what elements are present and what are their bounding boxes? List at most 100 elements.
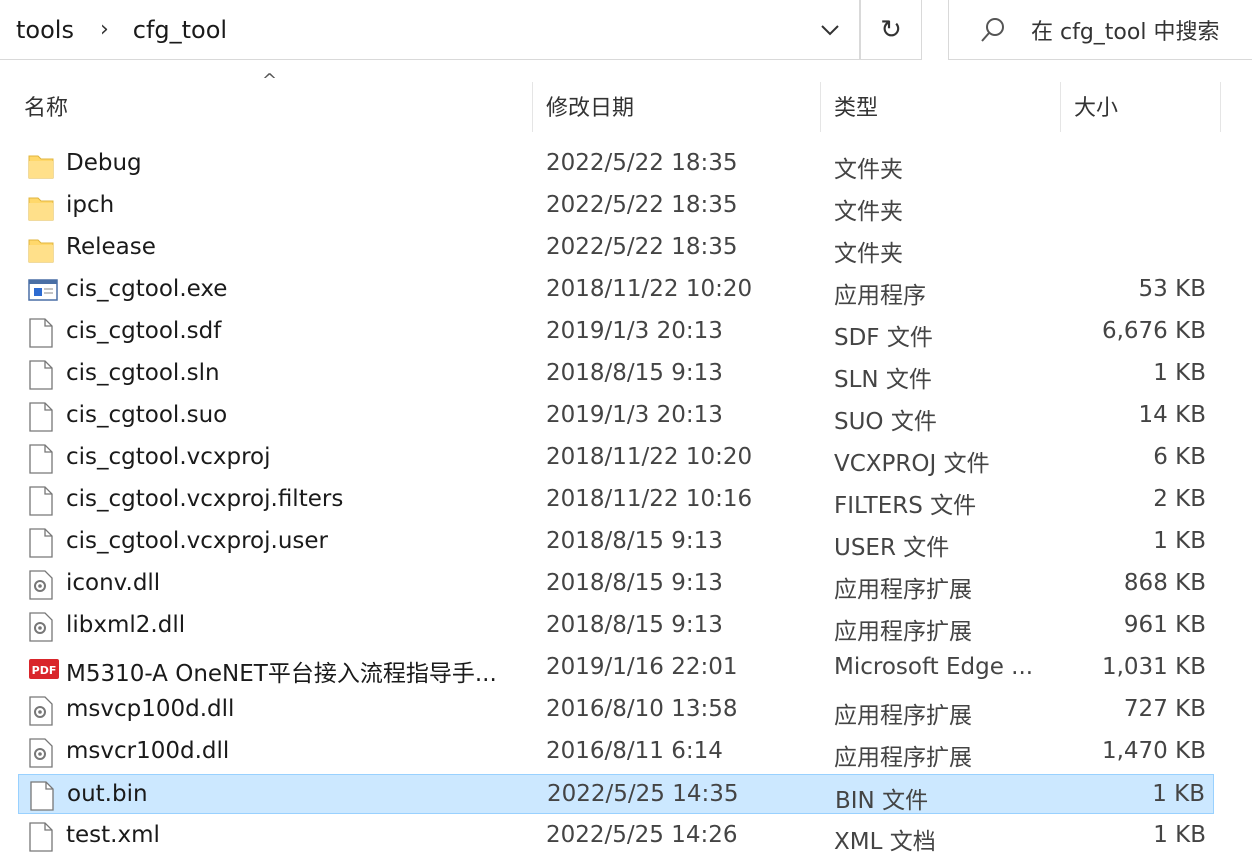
- file-icon: [29, 781, 55, 811]
- column-size[interactable]: 大小: [1074, 90, 1118, 122]
- column-divider[interactable]: [532, 82, 533, 132]
- file-date: 2022/5/25 14:35: [547, 781, 739, 807]
- search-box[interactable]: 在 cfg_tool 中搜索: [948, 0, 1252, 60]
- file-type: FILTERS 文件: [834, 493, 977, 519]
- file-row[interactable]: cis_cgtool.vcxproj.user 2018/8/15 9:13 USE…: [18, 522, 1214, 562]
- file-type: SLN 文件: [834, 367, 932, 393]
- column-divider[interactable]: [820, 82, 821, 132]
- file-type: SDF 文件: [834, 325, 933, 351]
- file-size: 53 KB: [1138, 276, 1206, 302]
- breadcrumb-tools[interactable]: tools: [16, 16, 74, 44]
- column-name[interactable]: 名称: [24, 90, 68, 122]
- file-row[interactable]: libxml2.dll 2018/8/15 9:13 应用程序扩展 961 KB: [18, 606, 1214, 646]
- file-row[interactable]: out.bin 2022/5/25 14:35 BIN 文件 1 KB: [18, 774, 1214, 814]
- folder-icon: [28, 192, 54, 222]
- file-date: 2016/8/10 13:58: [546, 696, 738, 722]
- file-name: cis_cgtool.vcxproj.filters: [66, 486, 344, 512]
- file-type: 文件夹: [834, 241, 903, 267]
- file-date: 2018/8/15 9:13: [546, 360, 723, 386]
- file-row[interactable]: Release 2022/5/22 18:35 文件夹: [18, 228, 1214, 268]
- file-date: 2018/8/15 9:13: [546, 570, 723, 596]
- file-row[interactable]: cis_cgtool.sdf 2019/1/3 20:13 SDF 文件 6,676 …: [18, 312, 1214, 352]
- folder-icon: [28, 234, 54, 264]
- file-icon: [28, 360, 54, 390]
- file-row[interactable]: ipch 2022/5/22 18:35 文件夹: [18, 186, 1214, 226]
- dll-icon: [28, 696, 54, 726]
- file-icon: [28, 444, 54, 474]
- file-date: 2022/5/22 18:35: [546, 192, 738, 218]
- file-name: cis_cgtool.exe: [66, 276, 228, 302]
- file-type: 文件夹: [834, 157, 903, 183]
- file-icon: [28, 528, 54, 558]
- file-date: 2019/1/16 22:01: [546, 654, 738, 680]
- refresh-icon: ↻: [880, 14, 902, 45]
- address-bar[interactable]: tools › cfg_tool: [0, 0, 860, 60]
- file-name: msvcr100d.dll: [66, 738, 230, 764]
- file-date: 2022/5/22 18:35: [546, 150, 738, 176]
- column-divider[interactable]: [1060, 82, 1061, 132]
- file-type: VCXPROJ 文件: [834, 451, 990, 477]
- dll-icon: [28, 738, 54, 768]
- dll-icon: [28, 570, 54, 600]
- search-input[interactable]: 在 cfg_tool 中搜索: [1031, 14, 1219, 46]
- file-type: 应用程序扩展: [834, 703, 972, 729]
- file-size: 6 KB: [1153, 444, 1206, 470]
- breadcrumb-cfg-tool[interactable]: cfg_tool: [133, 16, 227, 44]
- file-size: 961 KB: [1123, 612, 1206, 638]
- file-date: 2018/8/15 9:13: [546, 528, 723, 554]
- exe-icon: [28, 276, 58, 306]
- file-name: cis_cgtool.suo: [66, 402, 228, 428]
- file-type: 文件夹: [834, 199, 903, 225]
- file-type: 应用程序扩展: [834, 577, 972, 603]
- file-date: 2018/11/22 10:16: [546, 486, 753, 512]
- file-size: 1,031 KB: [1101, 654, 1206, 680]
- column-divider[interactable]: [1220, 82, 1221, 132]
- column-header: 名称 修改日期 类型 大小: [0, 62, 1252, 142]
- search-icon: [979, 16, 1007, 44]
- file-date: 2019/1/3 20:13: [546, 318, 723, 344]
- file-size: 727 KB: [1123, 696, 1206, 722]
- file-row[interactable]: cis_cgtool.sln 2018/8/15 9:13 SLN 文件 1 KB: [18, 354, 1214, 394]
- file-row[interactable]: cis_cgtool.vcxproj.filters 2018/11/22 10:…: [18, 480, 1214, 520]
- file-name: Debug: [66, 150, 142, 176]
- file-name: test.xml: [66, 822, 160, 848]
- file-date: 2016/8/11 6:14: [546, 738, 723, 764]
- file-date: 2022/5/25 14:26: [546, 822, 738, 848]
- file-name: cis_cgtool.sdf: [66, 318, 222, 344]
- file-type: USER 文件: [834, 535, 950, 561]
- file-type: 应用程序: [834, 283, 926, 309]
- file-name: libxml2.dll: [66, 612, 186, 638]
- file-date: 2019/1/3 20:13: [546, 402, 723, 428]
- column-type[interactable]: 类型: [834, 90, 878, 122]
- file-row[interactable]: test.xml 2022/5/25 14:26 XML 文档 1 KB: [18, 816, 1214, 856]
- file-row[interactable]: cis_cgtool.suo 2019/1/3 20:13 SUO 文件 14 KB: [18, 396, 1214, 436]
- file-size: 6,676 KB: [1101, 318, 1206, 344]
- file-size: 1 KB: [1153, 528, 1206, 554]
- file-size: 1,470 KB: [1101, 738, 1206, 764]
- refresh-button[interactable]: ↻: [860, 0, 922, 60]
- file-row[interactable]: Debug 2022/5/22 18:35 文件夹: [18, 144, 1214, 184]
- file-date: 2018/11/22 10:20: [546, 276, 753, 302]
- file-row[interactable]: PDF M5310-A OneNET平台接入流程指导手... 2019/1/16 2…: [18, 648, 1214, 688]
- file-type: 应用程序扩展: [834, 619, 972, 645]
- svg-text:PDF: PDF: [32, 664, 57, 677]
- file-size: 868 KB: [1123, 570, 1206, 596]
- file-name: cis_cgtool.sln: [66, 360, 220, 386]
- file-icon: [28, 402, 54, 432]
- file-name: ipch: [66, 192, 115, 218]
- file-row[interactable]: cis_cgtool.exe 2018/11/22 10:20 应用程序 53 KB: [18, 270, 1214, 310]
- file-row[interactable]: msvcr100d.dll 2016/8/11 6:14 应用程序扩展 1,470 K…: [18, 732, 1214, 772]
- chevron-down-icon[interactable]: [801, 0, 859, 60]
- file-type: 应用程序扩展: [834, 745, 972, 771]
- file-row[interactable]: iconv.dll 2018/8/15 9:13 应用程序扩展 868 KB: [18, 564, 1214, 604]
- file-type: Microsoft Edge ...: [834, 654, 1034, 680]
- folder-icon: [28, 150, 54, 180]
- file-type: XML 文档: [834, 829, 936, 855]
- file-row[interactable]: cis_cgtool.vcxproj 2018/11/22 10:20 VCXPRO…: [18, 438, 1214, 478]
- column-date[interactable]: 修改日期: [546, 90, 634, 122]
- pdf-icon: PDF: [28, 654, 59, 684]
- file-name: iconv.dll: [66, 570, 161, 596]
- breadcrumb-separator-icon[interactable]: ›: [100, 17, 109, 42]
- file-size: 1 KB: [1153, 360, 1206, 386]
- file-row[interactable]: msvcp100d.dll 2016/8/10 13:58 应用程序扩展 727 KB: [18, 690, 1214, 730]
